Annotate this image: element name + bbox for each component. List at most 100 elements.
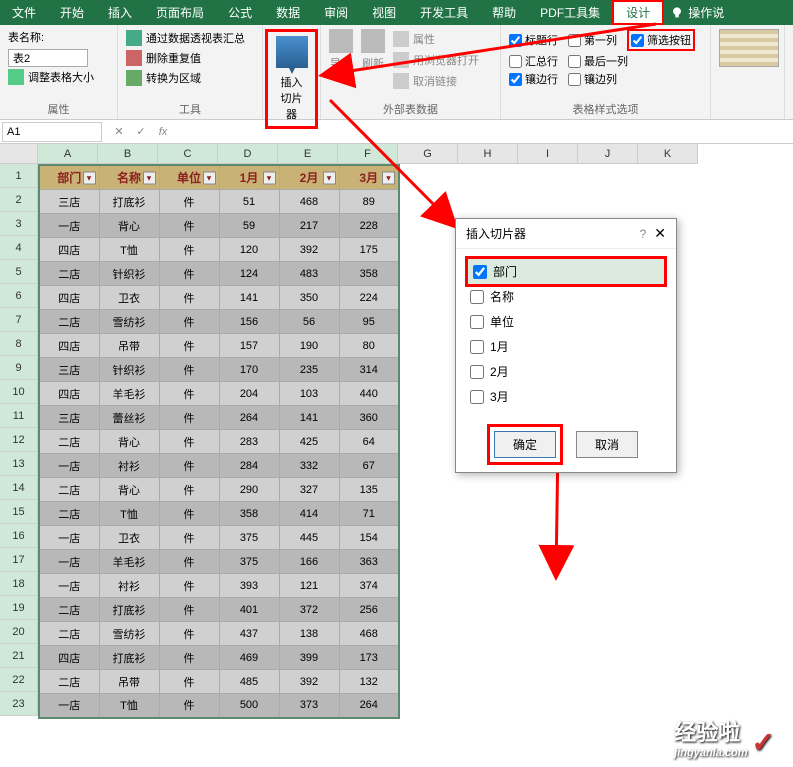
table-cell[interactable]: 件 [159, 238, 219, 262]
filter-dropdown-icon[interactable]: ▾ [203, 171, 216, 184]
row-header-8[interactable]: 8 [0, 332, 38, 356]
row-header-13[interactable]: 13 [0, 452, 38, 476]
filter-dropdown-icon[interactable]: ▾ [323, 171, 336, 184]
table-cell[interactable]: 235 [279, 358, 339, 382]
table-cell[interactable]: 一店 [39, 454, 99, 478]
table-cell[interactable]: 二店 [39, 670, 99, 694]
table-cell[interactable]: 吊带 [99, 334, 159, 358]
table-cell[interactable]: 283 [219, 430, 279, 454]
table-cell[interactable]: 四店 [39, 646, 99, 670]
table-header[interactable]: 名称▾ [99, 165, 159, 190]
table-cell[interactable]: 件 [159, 598, 219, 622]
table-cell[interactable]: 103 [279, 382, 339, 406]
col-header-G[interactable]: G [398, 144, 458, 164]
table-cell[interactable]: 132 [339, 670, 399, 694]
resize-table[interactable]: 调整表格大小 [8, 69, 109, 85]
table-cell[interactable]: 256 [339, 598, 399, 622]
select-all-corner[interactable] [0, 144, 38, 164]
table-cell[interactable]: 468 [339, 622, 399, 646]
slicer-field-1月[interactable]: 1月 [468, 334, 664, 359]
row-header-7[interactable]: 7 [0, 308, 38, 332]
table-cell[interactable]: 71 [339, 502, 399, 526]
table-cell[interactable]: 二店 [39, 502, 99, 526]
row-header-16[interactable]: 16 [0, 524, 38, 548]
table-cell[interactable]: 二店 [39, 430, 99, 454]
table-cell[interactable]: 件 [159, 694, 219, 718]
name-box[interactable] [2, 122, 102, 142]
table-cell[interactable]: 485 [219, 670, 279, 694]
col-header-E[interactable]: E [278, 144, 338, 164]
table-cell[interactable]: 四店 [39, 382, 99, 406]
table-cell[interactable]: 卫衣 [99, 526, 159, 550]
table-cell[interactable]: 228 [339, 214, 399, 238]
row-header-22[interactable]: 22 [0, 668, 38, 692]
table-cell[interactable]: 120 [219, 238, 279, 262]
row-header-12[interactable]: 12 [0, 428, 38, 452]
row-header-10[interactable]: 10 [0, 380, 38, 404]
table-cell[interactable]: 打底衫 [99, 190, 159, 214]
table-cell[interactable]: 500 [219, 694, 279, 718]
table-cell[interactable]: 360 [339, 406, 399, 430]
table-cell[interactable]: 327 [279, 478, 339, 502]
table-cell[interactable]: 吊带 [99, 670, 159, 694]
table-cell[interactable]: 138 [279, 622, 339, 646]
table-header[interactable]: 2月▾ [279, 165, 339, 190]
table-cell[interactable]: 373 [279, 694, 339, 718]
table-cell[interactable]: 件 [159, 262, 219, 286]
table-cell[interactable]: 背心 [99, 478, 159, 502]
table-cell[interactable]: 雪纺衫 [99, 310, 159, 334]
table-style-thumb[interactable] [719, 29, 779, 67]
table-cell[interactable]: 67 [339, 454, 399, 478]
fx-icon[interactable]: fx [154, 126, 172, 138]
table-cell[interactable]: 224 [339, 286, 399, 310]
chk-banded-col[interactable]: 镶边列 [568, 71, 617, 87]
insert-slicer-button[interactable]: 插入 切片器 [265, 29, 318, 129]
table-cell[interactable]: 件 [159, 310, 219, 334]
col-header-F[interactable]: F [338, 144, 398, 164]
table-cell[interactable]: 363 [339, 550, 399, 574]
table-cell[interactable]: 392 [279, 670, 339, 694]
row-header-1[interactable]: 1 [0, 164, 38, 188]
slicer-field-2月[interactable]: 2月 [468, 359, 664, 384]
table-cell[interactable]: 衬衫 [99, 574, 159, 598]
table-cell[interactable]: 401 [219, 598, 279, 622]
table-cell[interactable]: 190 [279, 334, 339, 358]
row-header-6[interactable]: 6 [0, 284, 38, 308]
table-cell[interactable]: 56 [279, 310, 339, 334]
table-cell[interactable]: 一店 [39, 550, 99, 574]
table-cell[interactable]: 件 [159, 574, 219, 598]
tab-data[interactable]: 数据 [264, 0, 312, 25]
table-cell[interactable]: 打底衫 [99, 598, 159, 622]
export-label[interactable]: 导出 [330, 55, 352, 71]
tab-view[interactable]: 视图 [360, 0, 408, 25]
table-cell[interactable]: 290 [219, 478, 279, 502]
table-cell[interactable]: 173 [339, 646, 399, 670]
row-header-21[interactable]: 21 [0, 644, 38, 668]
table-cell[interactable]: 59 [219, 214, 279, 238]
row-header-19[interactable]: 19 [0, 596, 38, 620]
col-header-D[interactable]: D [218, 144, 278, 164]
table-cell[interactable]: 350 [279, 286, 339, 310]
table-cell[interactable]: 一店 [39, 526, 99, 550]
table-header[interactable]: 单位▾ [159, 165, 219, 190]
tab-home[interactable]: 开始 [48, 0, 96, 25]
table-cell[interactable]: 217 [279, 214, 339, 238]
table-cell[interactable]: 358 [219, 502, 279, 526]
chk-banded-row[interactable]: 镶边行 [509, 71, 558, 87]
chk-first-col[interactable]: 第一列 [568, 29, 617, 51]
table-cell[interactable]: 二店 [39, 478, 99, 502]
slicer-field-3月[interactable]: 3月 [468, 384, 664, 409]
table-cell[interactable]: 170 [219, 358, 279, 382]
table-cell[interactable]: 二店 [39, 598, 99, 622]
table-cell[interactable]: 一店 [39, 214, 99, 238]
table-cell[interactable]: 二店 [39, 310, 99, 334]
chk-header-row[interactable]: 标题行 [509, 29, 558, 51]
table-cell[interactable]: 件 [159, 430, 219, 454]
table-cell[interactable]: 445 [279, 526, 339, 550]
row-header-9[interactable]: 9 [0, 356, 38, 380]
table-name-input[interactable] [8, 49, 88, 67]
table-cell[interactable]: T恤 [99, 502, 159, 526]
row-header-23[interactable]: 23 [0, 692, 38, 716]
table-cell[interactable]: 332 [279, 454, 339, 478]
table-cell[interactable]: 件 [159, 382, 219, 406]
